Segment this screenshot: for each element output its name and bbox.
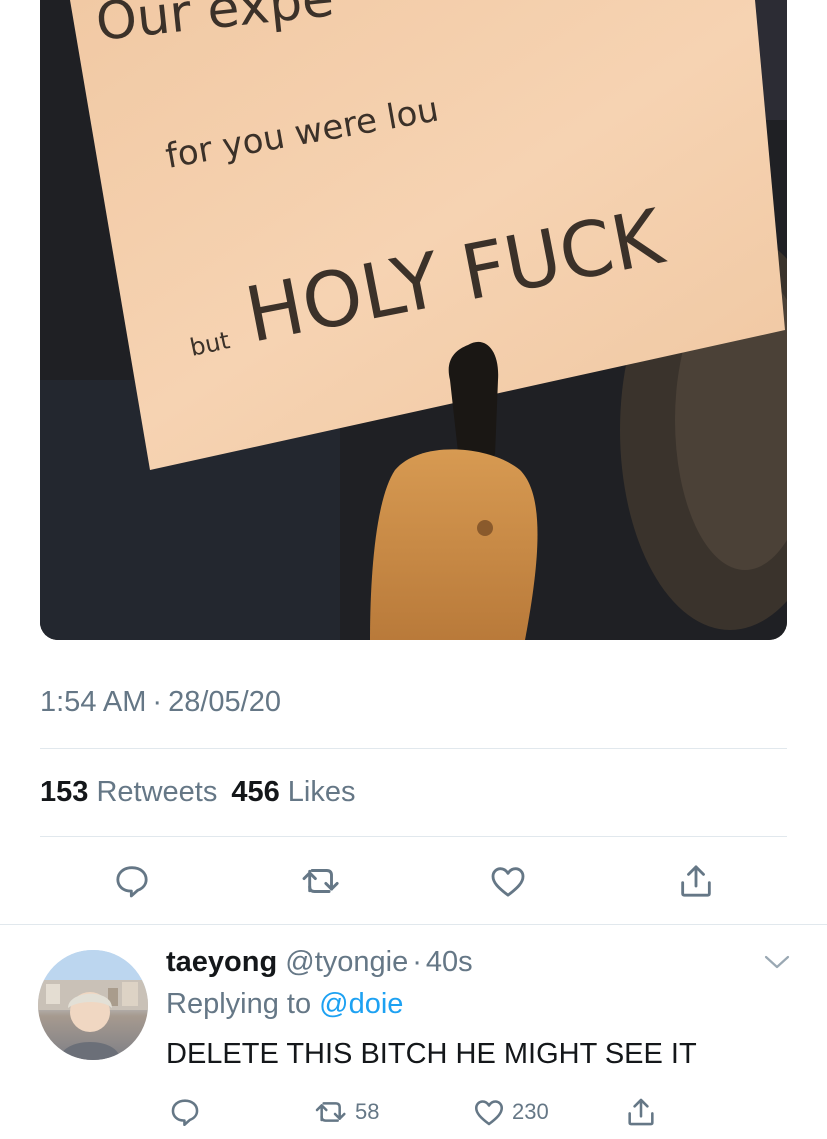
share-button[interactable] <box>673 858 719 904</box>
tweet-timestamp: 1:54 AM · 28/05/20 <box>40 686 281 719</box>
chevron-down-icon[interactable] <box>762 950 792 974</box>
retweet-count: 153 <box>40 776 89 808</box>
reply-like-button[interactable]: 230 <box>472 1092 549 1132</box>
reply-like-count: 230 <box>512 1099 549 1124</box>
separator-dot: · <box>152 686 163 718</box>
retweet-label: Retweets <box>96 776 218 808</box>
tweet-action-bar <box>0 858 827 904</box>
tweet-time: 1:54 AM <box>40 686 147 718</box>
reply-author-name[interactable]: taeyong <box>166 946 277 978</box>
retweets-stat[interactable]: 153 Retweets <box>40 776 217 808</box>
reply-action-bar: 58 230 <box>0 1092 827 1132</box>
like-count: 456 <box>231 776 280 808</box>
reply-button[interactable] <box>109 858 155 904</box>
reply-reply-button[interactable] <box>168 1092 202 1132</box>
reply-retweet-count: 58 <box>355 1099 380 1124</box>
tweet-photo[interactable]: Our expe for you were lou but HOLY FUCK <box>40 0 787 640</box>
share-icon <box>681 865 711 897</box>
replying-to: Replying to @doie <box>166 988 403 1021</box>
share-icon <box>628 1098 654 1126</box>
reply-time: 40s <box>425 946 473 978</box>
reply-author-handle[interactable]: @tyongie <box>285 946 408 978</box>
reply-header: taeyong @tyongie · 40s <box>166 946 473 979</box>
divider <box>40 748 787 749</box>
retweet-icon <box>302 869 339 893</box>
photo-illustration: Our expe for you were lou but HOLY FUCK <box>40 0 787 640</box>
like-icon <box>491 867 525 897</box>
divider <box>0 924 827 925</box>
retweet-button[interactable] <box>298 858 344 904</box>
reply-retweet-button[interactable]: 58 <box>313 1092 379 1132</box>
like-icon <box>474 1100 504 1126</box>
tweet-stats: 153 Retweets 456 Likes <box>40 776 356 809</box>
retweet-icon <box>315 1102 346 1122</box>
replying-label: Replying to <box>166 988 312 1020</box>
avatar-illustration <box>38 950 148 1060</box>
reply-share-button[interactable] <box>624 1092 658 1132</box>
like-button[interactable] <box>485 858 531 904</box>
separator-dot: · <box>412 946 422 978</box>
like-label: Likes <box>287 776 356 808</box>
reply-text: DELETE THIS BITCH HE MIGHT SEE IT <box>166 1038 697 1070</box>
reply-icon <box>116 866 148 898</box>
likes-stat[interactable]: 456 Likes <box>231 776 355 808</box>
tweet-date: 28/05/20 <box>168 686 281 718</box>
divider <box>40 836 787 837</box>
reply-icon <box>171 1099 199 1127</box>
avatar[interactable] <box>38 950 148 1060</box>
replying-mention[interactable]: @doie <box>319 988 403 1020</box>
